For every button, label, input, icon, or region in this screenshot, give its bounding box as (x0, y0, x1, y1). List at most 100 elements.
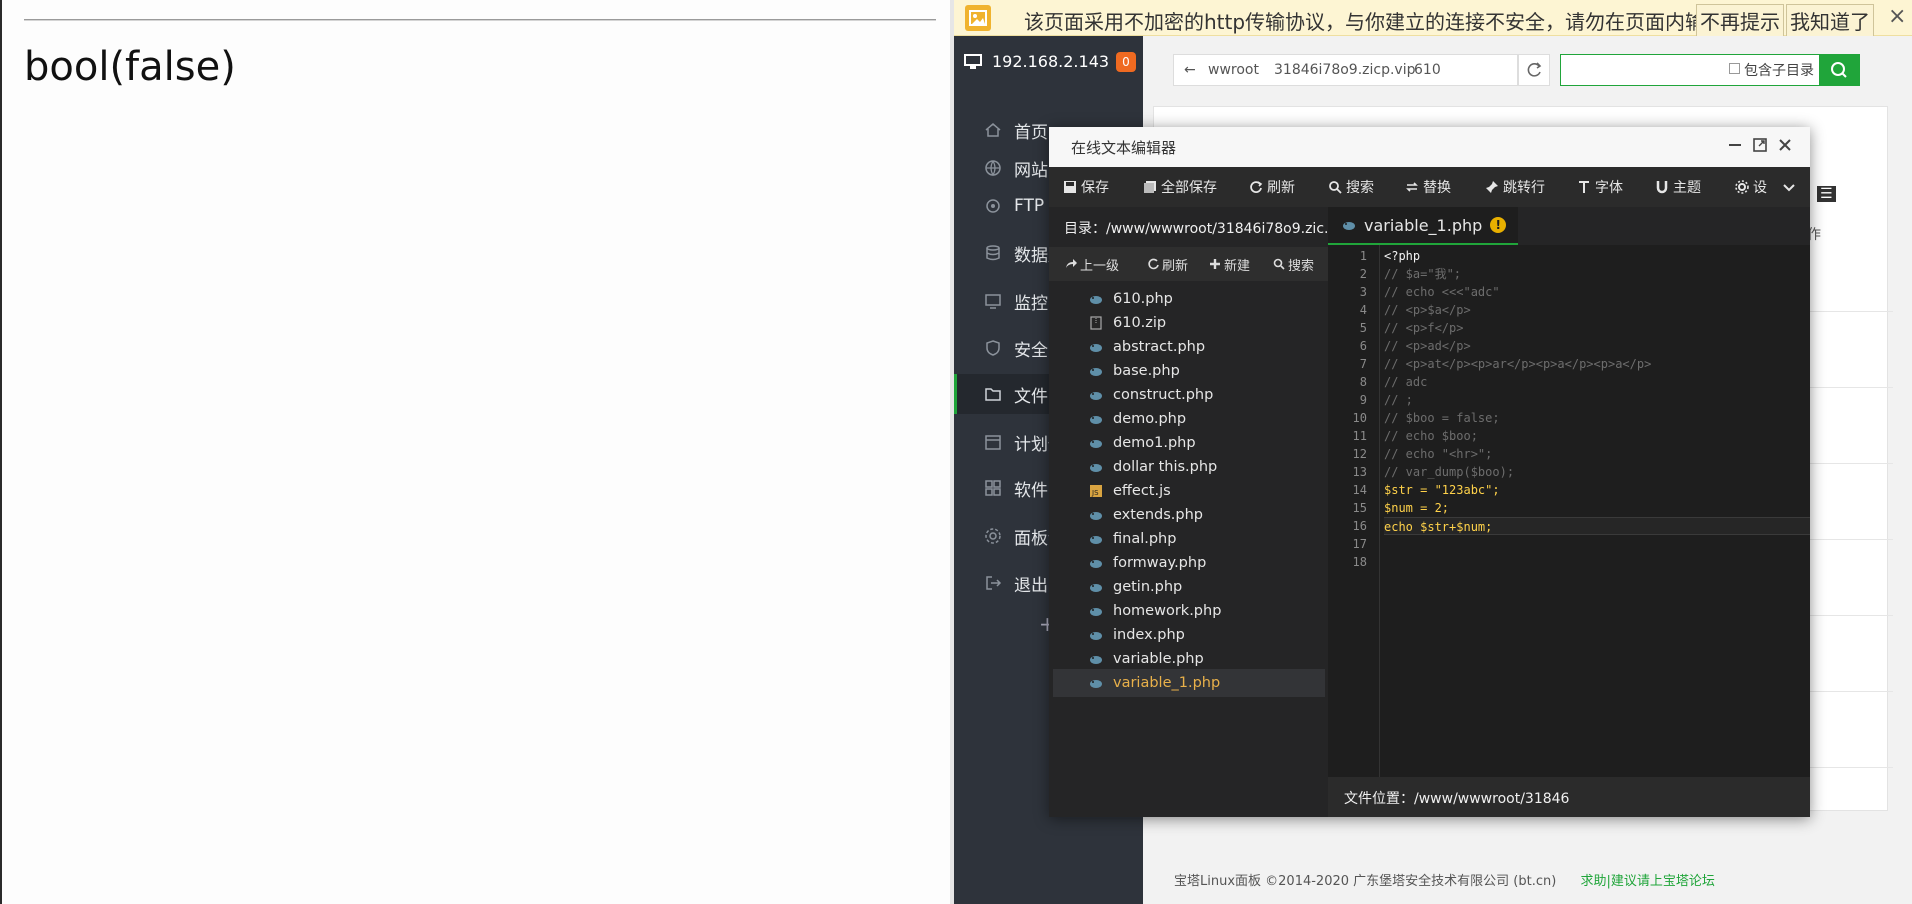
search-button[interactable]: 搜索 (1328, 167, 1374, 207)
parent-dir-button[interactable]: 上一级 (1065, 247, 1119, 281)
code-line[interactable]: // var_dump($boo); (1384, 463, 1810, 481)
code-line[interactable]: // echo <<<"adc" (1384, 283, 1810, 301)
plus-icon (1209, 258, 1221, 270)
minimize-icon[interactable] (1725, 135, 1745, 155)
save-button[interactable]: 保存 (1063, 167, 1109, 207)
host-label: 192.168.2.143 (992, 52, 1110, 71)
theme-button[interactable]: 主题 (1655, 167, 1701, 207)
folder-icon (984, 385, 1002, 403)
code-line[interactable]: // ; (1384, 391, 1810, 409)
file-name: homework.php (1113, 603, 1222, 619)
php-file-icon (1089, 676, 1103, 690)
breadcrumb-item[interactable]: 610 (1414, 62, 1441, 78)
replace-button[interactable]: 替换 (1405, 167, 1451, 207)
code-line[interactable]: <?php (1384, 247, 1810, 265)
font-button[interactable]: 字体 (1577, 167, 1623, 207)
php-file-icon (1089, 412, 1103, 426)
sidebar-item-label: 安全 (1014, 340, 1048, 361)
sidebar-item-label: 网站 (1014, 160, 1048, 181)
new-file-button[interactable]: 新建 (1209, 247, 1250, 281)
code-line[interactable]: // adc (1384, 373, 1810, 391)
calendar-icon (984, 433, 1002, 451)
refresh-button[interactable]: 刷新 (1249, 167, 1295, 207)
maximize-icon[interactable] (1750, 135, 1770, 155)
php-file-icon (1089, 340, 1103, 354)
save-all-button[interactable]: 全部保存 (1143, 167, 1217, 207)
code-line-current[interactable]: echo $str+$num; (1384, 517, 1810, 535)
code-line[interactable]: // echo "<hr>"; (1384, 445, 1810, 463)
code-editor[interactable]: variable_1.php ! 1 2 3 4 5 6 7 8 9 10 11… (1328, 207, 1810, 777)
file-name: construct.php (1113, 387, 1214, 403)
no-remind-button[interactable]: 不再提示 (1696, 4, 1784, 37)
file-name: demo1.php (1113, 435, 1196, 451)
path-refresh-button[interactable] (1518, 54, 1550, 86)
tab-variable-1[interactable]: variable_1.php ! (1328, 207, 1518, 245)
code-line[interactable]: // <p>ad</p> (1384, 337, 1810, 355)
font-icon (1577, 180, 1591, 194)
toolbar-label: 替换 (1423, 180, 1451, 196)
toolbar-label: 保存 (1081, 180, 1109, 196)
line-number: 5 (1359, 321, 1367, 335)
php-file-icon (1089, 532, 1103, 546)
side-refresh-button[interactable]: 刷新 (1147, 247, 1188, 281)
search-button[interactable] (1820, 54, 1860, 86)
notification-badge[interactable]: 0 (1116, 52, 1136, 72)
insecure-warning-bar: 该页面采用不加密的http传输协议，与你建立的连接不安全，请勿在页面内输... … (954, 0, 1912, 37)
share-icon (1065, 258, 1077, 270)
file-name: variable_1.php (1113, 675, 1221, 691)
toolbar-label: 搜索 (1346, 180, 1374, 196)
breadcrumb-item[interactable]: 31846i78o9.zicp.vip (1274, 62, 1416, 78)
code-line[interactable]: // <p>f</p> (1384, 319, 1810, 337)
warning-close-icon[interactable]: × (1888, 4, 1906, 29)
file-name: effect.js (1113, 483, 1171, 499)
server-host[interactable]: 192.168.2.143 (964, 52, 1109, 71)
php-file-icon (1089, 628, 1103, 642)
file-name: dollar this.php (1113, 459, 1218, 475)
code-line[interactable]: // $boo = false; (1384, 409, 1810, 427)
code-line[interactable] (1384, 535, 1810, 553)
line-number: 9 (1359, 393, 1367, 407)
include-subdir-checkbox[interactable] (1729, 63, 1740, 74)
line-number: 7 (1359, 357, 1367, 371)
file-search-input[interactable]: 包含子目录 (1560, 54, 1820, 86)
toolbar-expand-button[interactable] (1782, 167, 1796, 207)
list-view-icon[interactable]: ☰ (1817, 186, 1836, 202)
home-icon (984, 121, 1002, 139)
svg-text:JS: JS (1091, 489, 1099, 497)
line-number: 6 (1359, 339, 1367, 353)
zip-file-icon (1089, 316, 1103, 330)
modal-title-bar[interactable]: 在线文本编辑器 (1049, 127, 1810, 167)
close-icon[interactable] (1775, 135, 1795, 155)
file-item-selected[interactable]: variable_1.php (1053, 669, 1325, 697)
action-label: 上一级 (1080, 258, 1120, 274)
code-line[interactable]: // $a="我"; (1384, 265, 1810, 283)
back-arrow-icon[interactable]: ← (1184, 62, 1196, 78)
got-it-button[interactable]: 我知道了 (1786, 4, 1874, 37)
code-line[interactable]: // <p>$a</p> (1384, 301, 1810, 319)
file-name: 610.php (1113, 291, 1173, 307)
line-number: 8 (1359, 375, 1367, 389)
ftp-icon (984, 197, 1002, 215)
action-label: 新建 (1224, 258, 1251, 274)
tab-label: variable_1.php (1364, 215, 1483, 235)
replace-icon (1405, 180, 1419, 194)
forum-link[interactable]: 求助|建议请上宝塔论坛 (1580, 874, 1714, 889)
goto-line-button[interactable]: 跳转行 (1485, 167, 1545, 207)
code-line[interactable] (1384, 553, 1810, 571)
code-line[interactable]: // echo $boo; (1384, 427, 1810, 445)
php-file-icon (1089, 652, 1103, 666)
globe-icon (984, 159, 1002, 177)
php-file-icon (1089, 436, 1103, 450)
code-line[interactable]: // <p>at</p><p>ar</p><p>a</p><p>a</p> (1384, 355, 1810, 373)
shield-icon (984, 339, 1002, 357)
breadcrumb-item[interactable]: wwroot (1208, 62, 1259, 78)
file-location-status: 文件位置：/www/wwwroot/31846 (1328, 777, 1810, 817)
unsaved-warning-icon: ! (1490, 217, 1507, 233)
side-search-button[interactable]: 搜索 (1273, 247, 1314, 281)
code-line[interactable]: $str = "123abc"; (1384, 481, 1810, 499)
modal-title: 在线文本编辑器 (1071, 139, 1177, 157)
settings-button[interactable]: 设 (1735, 167, 1767, 207)
toolbar-label: 刷新 (1267, 180, 1295, 196)
code-line[interactable]: $num = 2; (1384, 499, 1810, 517)
line-number: 11 (1352, 429, 1367, 443)
